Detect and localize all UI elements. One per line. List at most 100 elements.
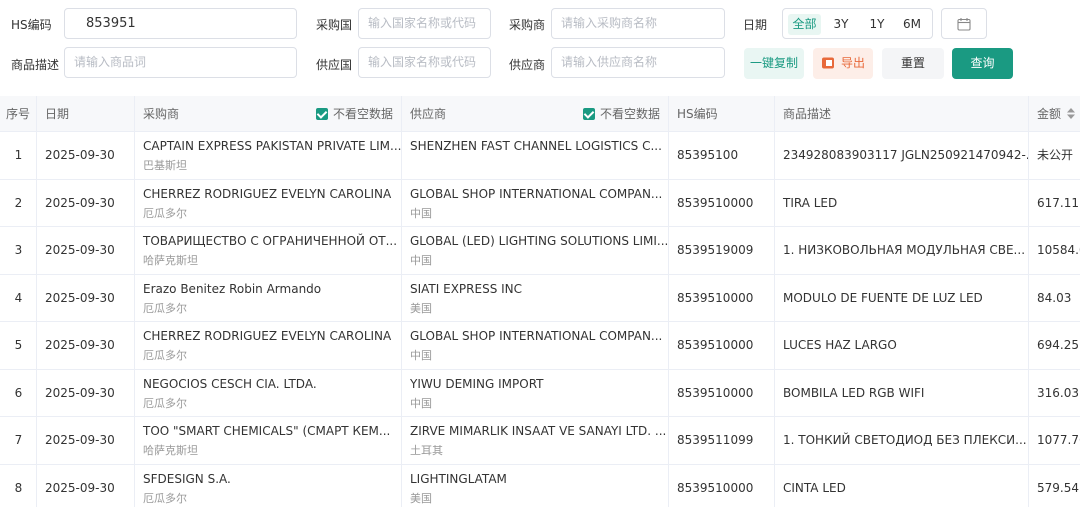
cell-index: 6 [0,369,37,416]
supplier-name[interactable]: ZIRVE MIMARLIK INSAAT VE SANAYI LTD. ... [410,424,666,438]
copy-all-button[interactable]: 一键复制 [744,48,804,79]
row-date: 2025-09-30 [45,338,115,352]
table-row[interactable]: 1 2025-09-30 CAPTAIN EXPRESS PAKISTAN PRIV… [0,132,1080,180]
cell-index: 2 [0,179,37,226]
row-description: 234928083903117 JGLN250921470942-... [783,148,1029,162]
cell-supplier: YIWU DEMING IMPORT 中国 [402,369,669,416]
cell-amount: 84.03 [1029,275,1080,322]
buyer-country-input[interactable]: 输入国家名称或代码 [358,8,491,39]
row-index: 2 [14,195,23,210]
cell-date: 2025-09-30 [37,132,135,179]
supplier-country: 中国 [410,206,432,220]
cell-desc: BOMBILA LED RGB WIFI [775,369,1029,416]
table-row[interactable]: 3 2025-09-30 ТОВАРИЩЕСТВО С ОГРАНИЧЕННОЙ О… [0,227,1080,275]
cell-desc: MODULO DE FUENTE DE LUZ LED [775,274,1029,321]
row-index: 8 [14,480,23,495]
buyer-name[interactable]: CAPTAIN EXPRESS PAKISTAN PRIVATE LIM... [143,139,401,153]
cell-buyer: CAPTAIN EXPRESS PAKISTAN PRIVATE LIM... 巴… [135,132,402,179]
cell-amount: 未公开 [1029,132,1080,179]
table-row[interactable]: 6 2025-09-30 NEGOCIOS CESCH CIA. LTDA. 厄瓜多尔… [0,369,1080,417]
supplier-name[interactable]: GLOBAL SHOP INTERNATIONAL COMPAN... [410,187,662,201]
table-row[interactable]: 2 2025-09-30 CHERREZ RODRIGUEZ EVELYN CARO… [0,179,1080,227]
col-header-amount-label: 金额 [1037,107,1062,121]
supplier-name[interactable]: SIATI EXPRESS INC [410,282,522,296]
filter-panel: HS编码 853951 商品描述 请输入商品词 采购国 输入国家名称或代码 供应… [0,0,1080,96]
table-row[interactable]: 4 2025-09-30 Erazo Benitez Robin Armando 厄瓜… [0,274,1080,322]
export-button[interactable]: 导出 [813,48,873,79]
row-description: CINTA LED [783,480,846,495]
row-hs-code: 8539510000 [677,338,754,352]
cell-hs: 8539510000 [669,369,775,416]
date-option-1y[interactable]: 1Y [862,14,892,35]
supplier-country: 中国 [410,254,432,267]
cell-buyer: Erazo Benitez Robin Armando 厄瓜多尔 [135,274,402,321]
query-button[interactable]: 查询 [952,48,1013,79]
row-index: 6 [14,385,23,400]
calendar-button[interactable] [941,8,987,39]
buyer-country: 哈萨克斯坦 [143,254,198,267]
cell-date: 2025-09-30 [37,322,135,369]
cell-index: 7 [0,417,37,464]
buyer-name[interactable]: ТОВАРИЩЕСТВО С ОГРАНИЧЕННОЙ ОТ... [143,234,397,248]
row-description: 1. НИЗКОВОЛЬНАЯ МОДУЛЬНАЯ СВЕ... [783,243,1026,257]
cell-index: 8 [0,464,37,507]
buyer-country: 厄瓜多尔 [143,349,187,362]
cell-date: 2025-09-30 [37,274,135,321]
supplier-name[interactable]: GLOBAL SHOP INTERNATIONAL COMPAN... [410,329,662,343]
cell-hs: 8539511099 [669,417,775,464]
supplier-country-label: 供应国 [316,58,353,72]
table-row[interactable]: 7 2025-09-30 TOO "SMART CHEMICALS" (СМАРТ … [0,417,1080,465]
cell-supplier: SIATI EXPRESS INC 美国 [402,274,669,321]
cell-date: 2025-09-30 [37,179,135,226]
supplier-country-input[interactable]: 输入国家名称或代码 [358,47,491,78]
cell-hs: 8539510000 [669,274,775,321]
supplier-name[interactable]: GLOBAL (LED) LIGHTING SOLUTIONS LIMI... [410,234,668,248]
table-body: 1 2025-09-30 CAPTAIN EXPRESS PAKISTAN PRIV… [0,132,1080,507]
date-option-3y[interactable]: 3Y [826,14,856,35]
supplier-country: 土耳其 [410,444,443,457]
row-amount: 579.54 [1037,480,1079,495]
buyer-country: 厄瓜多尔 [143,396,187,410]
buyer-name[interactable]: Erazo Benitez Robin Armando [143,282,321,296]
buyer-nonempty-filter[interactable]: 不看空数据 [316,96,393,132]
buyer-name[interactable]: NEGOCIOS CESCH CIA. LTDA. [143,377,317,391]
buyer-input[interactable]: 请输入采购商名称 [551,8,725,39]
cell-buyer: NEGOCIOS CESCH CIA. LTDA. 厄瓜多尔 [135,369,402,416]
product-desc-input[interactable]: 请输入商品词 [64,47,297,78]
cell-buyer: TOO "SMART CHEMICALS" (СМАРТ КЕМ... 哈萨克斯坦 [135,417,402,464]
reset-button[interactable]: 重置 [882,48,944,79]
date-option-6m[interactable]: 6M [897,14,927,35]
cell-hs: 8539519009 [669,227,775,274]
cell-desc: LUCES HAZ LARGO [775,322,1029,369]
row-date: 2025-09-30 [45,290,115,305]
buyer-name[interactable]: CHERREZ RODRIGUEZ EVELYN CAROLINA [143,329,391,343]
supplier-name[interactable]: LIGHTINGLATAM [410,472,507,486]
cell-desc: 1. НИЗКОВОЛЬНАЯ МОДУЛЬНАЯ СВЕ... [775,227,1029,274]
cell-hs: 85395100 [669,132,775,179]
buyer-name[interactable]: CHERREZ RODRIGUEZ EVELYN CAROLINA [143,187,391,201]
table-row[interactable]: 8 2025-09-30 SFDESIGN S.A. 厄瓜多尔 LIGHTINGLATA… [0,464,1080,507]
col-header-amount[interactable]: 金额 [1029,96,1080,132]
row-description: TIRA LED [783,195,838,210]
checkbox-checked-icon [583,107,595,120]
buyer-name[interactable]: SFDESIGN S.A. [143,472,231,486]
table-row[interactable]: 5 2025-09-30 CHERREZ RODRIGUEZ EVELYN CARO… [0,322,1080,370]
buyer-country: 厄瓜多尔 [143,301,187,315]
cell-buyer: ТОВАРИЩЕСТВО С ОГРАНИЧЕННОЙ ОТ... 哈萨克斯坦 [135,227,402,274]
row-date: 2025-09-30 [45,480,115,495]
supplier-country: 美国 [410,301,432,315]
supplier-name[interactable]: YIWU DEMING IMPORT [410,377,544,391]
supplier-nonempty-filter[interactable]: 不看空数据 [583,96,660,132]
hs-code-input[interactable]: 853951 [64,8,297,39]
row-amount: 617.11 [1037,195,1079,210]
table-header: 序号 日期 采购商 不看空数据 供应商 不看空数据 HS编码 商品描述 金额 [0,96,1080,132]
row-amount: 694.25 [1037,338,1079,352]
date-option-all[interactable]: 全部 [788,14,821,35]
col-header-supplier-label: 供应商 [410,107,447,121]
buyer-name[interactable]: TOO "SMART CHEMICALS" (СМАРТ КЕМ... [143,424,390,438]
supplier-input[interactable]: 请输入供应商名称 [551,47,725,78]
supplier-name[interactable]: SHENZHEN FAST CHANNEL LOGISTICS C... [410,139,662,153]
cell-buyer: SFDESIGN S.A. 厄瓜多尔 [135,464,402,507]
row-index: 3 [14,243,23,257]
col-header-desc: 商品描述 [775,96,1029,132]
